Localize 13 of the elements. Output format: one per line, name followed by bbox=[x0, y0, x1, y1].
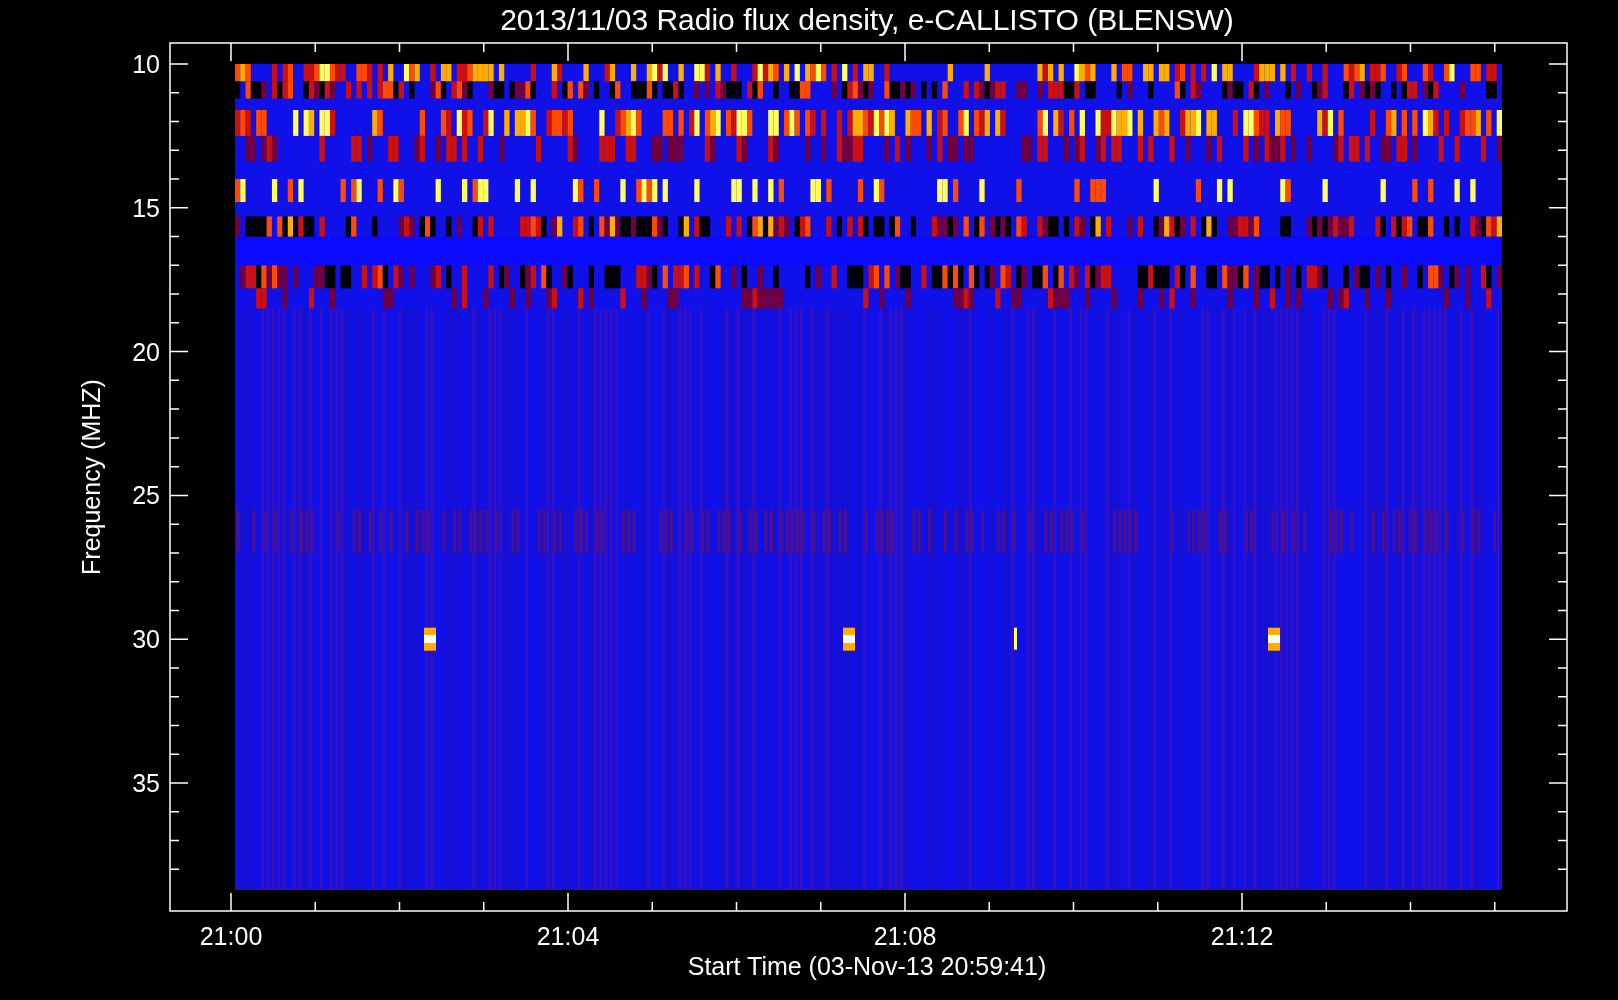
y-tick-label: 10 bbox=[132, 50, 160, 78]
y-tick-label: 35 bbox=[132, 769, 160, 797]
x-tick-label: 21:12 bbox=[1210, 922, 1274, 950]
x-tick-label: 21:00 bbox=[199, 922, 263, 950]
y-axis-label: Frequency (MHZ) bbox=[77, 379, 105, 575]
y-tick-label: 20 bbox=[132, 337, 160, 366]
x-tick-label: 21:08 bbox=[873, 922, 937, 950]
plot-title: 2013/11/03 Radio flux density, e-CALLISTO (BLENSW) bbox=[500, 3, 1234, 36]
y-tick-label: 15 bbox=[132, 193, 160, 222]
y-tick-label: 25 bbox=[132, 481, 160, 510]
x-tick-label: 21:04 bbox=[536, 922, 600, 950]
y-tick-label: 30 bbox=[132, 625, 160, 654]
x-axis-label: Start Time (03-Nov-13 20:59:41) bbox=[687, 952, 1047, 980]
